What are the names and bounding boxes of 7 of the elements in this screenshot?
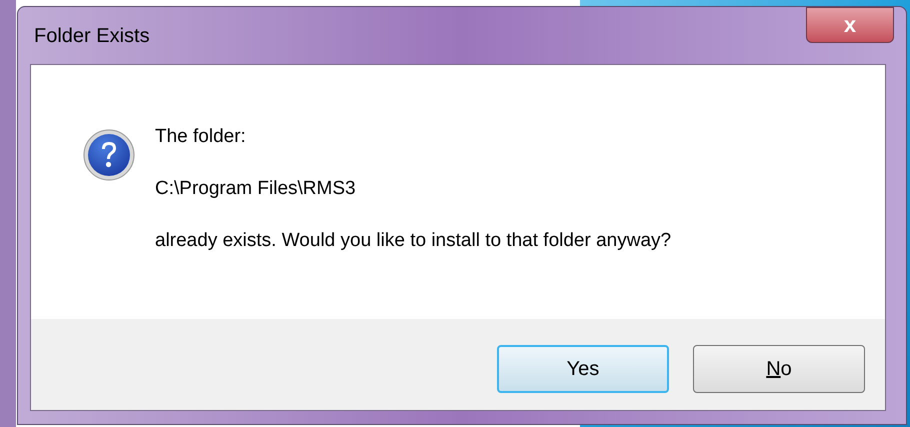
window-title: Folder Exists: [33, 24, 150, 48]
message-text: already exists. Would you like to install to that folder anyway?: [155, 229, 672, 253]
dialog-button[interactable]: No: [693, 345, 865, 393]
dialog-button[interactable]: Yes: [497, 345, 669, 393]
message-text: C:\Program Files\RMS3: [155, 177, 357, 201]
question-icon: [83, 129, 135, 181]
message-text: The folder:: [155, 125, 247, 149]
